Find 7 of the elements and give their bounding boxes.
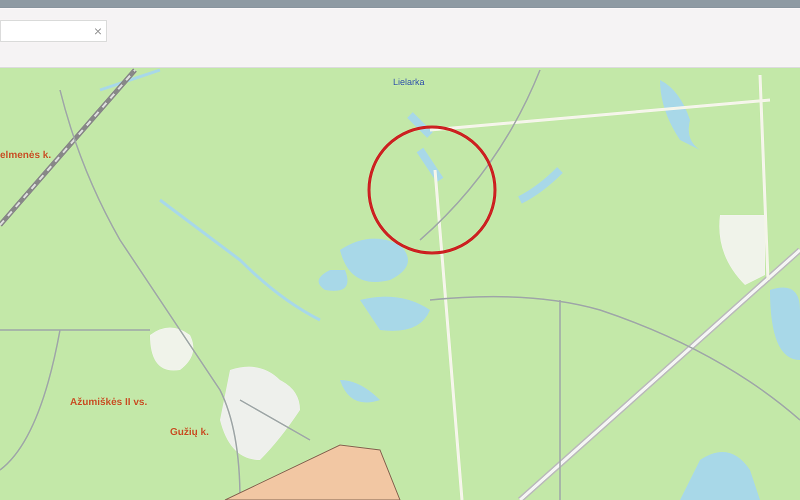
place-label: Gužių k. <box>170 426 209 440</box>
place-label: elmenės k. <box>0 149 52 163</box>
map[interactable]: Lielarka elmenės k. Ažumiškės II vs. Gužių k. <box>0 68 800 500</box>
water-label: Lielarka <box>393 76 425 89</box>
search-field[interactable]: × <box>0 20 107 42</box>
place-label: Ažumiškės II vs. <box>70 396 148 410</box>
clear-icon[interactable]: × <box>94 24 102 38</box>
